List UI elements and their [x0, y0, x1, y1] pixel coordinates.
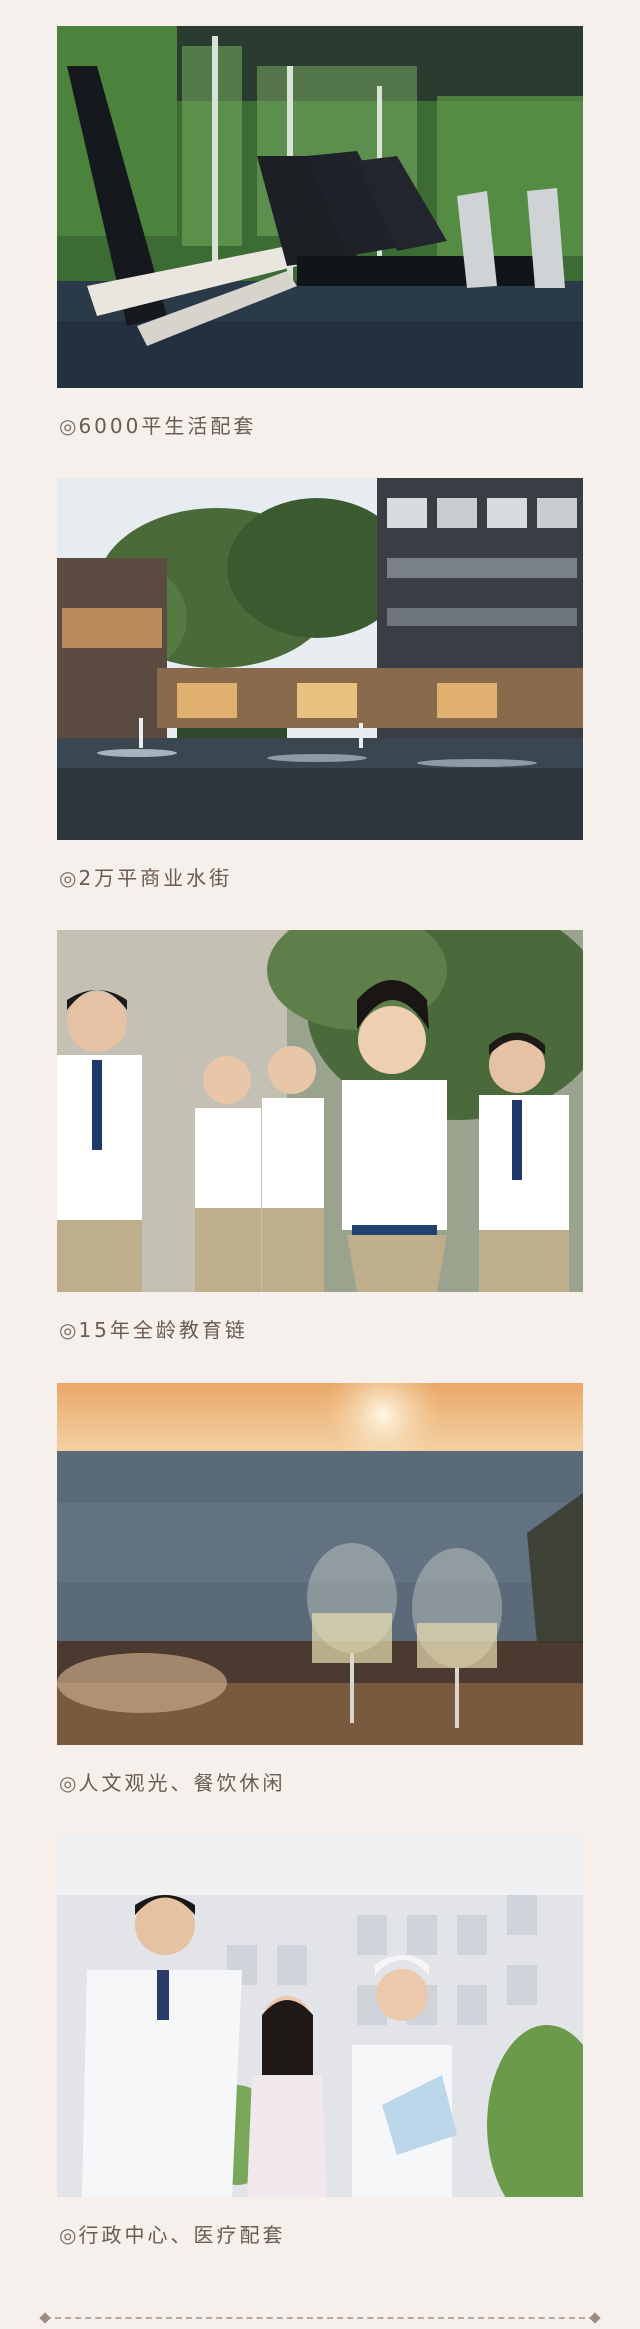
street-image	[57, 478, 583, 840]
caption-mark: ◎	[59, 2223, 77, 2247]
caption-school: ◎ 15年全龄教育链	[59, 1314, 583, 1343]
caption-text: 行政中心、医疗配套	[78, 2223, 286, 2247]
bottom-divider	[39, 2312, 601, 2324]
divider-left-dot	[39, 2312, 51, 2324]
caption-mark: ◎	[59, 414, 77, 438]
amenity-card-school: ◎ 15年全龄教育链	[57, 930, 583, 1343]
sunset-image	[57, 1383, 583, 1745]
caption-text: 15年全龄教育链	[78, 1318, 248, 1342]
caption-gym: ◎ 6000平生活配套	[59, 410, 583, 439]
street-photo	[57, 478, 583, 840]
amenity-card-sunset: ◎ 人文观光、餐饮休闲	[57, 1383, 583, 1796]
caption-mark: ◎	[59, 866, 77, 890]
school-photo	[57, 930, 583, 1292]
amenity-card-street: ◎ 2万平商业水街	[57, 478, 583, 891]
school-image	[57, 930, 583, 1292]
caption-text: 6000平生活配套	[78, 414, 257, 438]
amenity-card-medical: ◎ 行政中心、医疗配套	[57, 1835, 583, 2248]
medical-image	[57, 1835, 583, 2197]
caption-mark: ◎	[59, 1771, 77, 1795]
amenity-card-gym: ◎ 6000平生活配套	[57, 26, 583, 439]
sunset-photo	[57, 1383, 583, 1745]
caption-mark: ◎	[59, 1318, 77, 1342]
caption-street: ◎ 2万平商业水街	[59, 862, 583, 891]
gym-photo	[57, 26, 583, 388]
caption-medical: ◎ 行政中心、医疗配套	[59, 2219, 583, 2248]
caption-text: 2万平商业水街	[78, 866, 233, 890]
caption-text: 人文观光、餐饮休闲	[78, 1771, 286, 1795]
divider-right-dot	[589, 2312, 601, 2324]
gym-image	[57, 26, 583, 388]
medical-photo	[57, 1835, 583, 2197]
caption-sunset: ◎ 人文观光、餐饮休闲	[59, 1767, 583, 1796]
